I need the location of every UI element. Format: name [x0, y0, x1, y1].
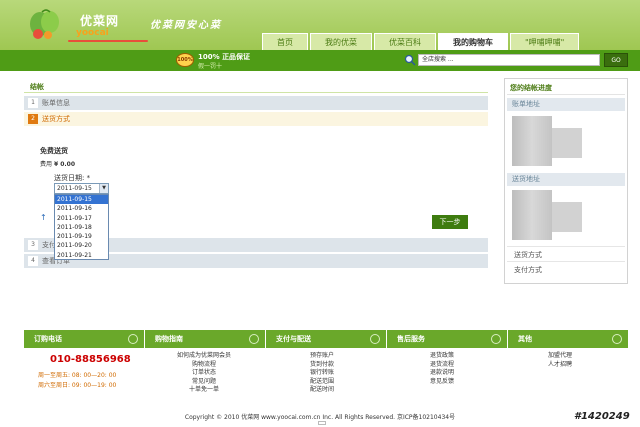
- delivery-date-select[interactable]: 2011-09-15 ▼: [54, 183, 109, 194]
- logo-english-name: yoocai: [76, 28, 109, 38]
- delivery-date-label: 送货日期: *: [54, 174, 91, 182]
- vegetable-logo-icon: [30, 9, 59, 39]
- date-option[interactable]: 2011-09-16: [55, 204, 108, 213]
- nav-my-yoocai[interactable]: 我的优菜: [310, 33, 372, 50]
- step-number: 3: [28, 240, 38, 250]
- footer-link[interactable]: 配送时间: [292, 386, 352, 395]
- book-icon: [249, 334, 259, 344]
- nav-encyclopedia[interactable]: 优菜百科: [374, 33, 436, 50]
- divider: [507, 261, 625, 262]
- nav-cart[interactable]: 我的购物车: [438, 33, 508, 50]
- search-icon: [404, 54, 416, 66]
- footer-link[interactable]: 如何成为优菜网会员: [160, 352, 248, 361]
- footer-head-label: 支付与配送: [276, 335, 311, 343]
- date-option[interactable]: 2011-09-17: [55, 214, 108, 223]
- checkout-title: 结帐: [30, 83, 44, 91]
- selected-date: 2011-09-15: [57, 185, 92, 192]
- fee-label: 费用: [40, 161, 53, 168]
- footer-link[interactable]: 配送范围: [292, 378, 352, 387]
- nav-xiabu[interactable]: "呷哺呷哺": [510, 33, 580, 50]
- divider: [507, 246, 625, 247]
- blurred-billing-address: [512, 116, 552, 166]
- date-option[interactable]: 2011-09-18: [55, 223, 108, 232]
- footer-link[interactable]: 人才招聘: [530, 361, 590, 370]
- progress-payment-method[interactable]: 支付方式: [514, 265, 542, 275]
- guarantee-badge-icon: 100%: [176, 53, 194, 67]
- logo-underline: [68, 40, 148, 42]
- title-divider: [24, 92, 488, 93]
- site-logo[interactable]: 优菜网 yoocai: [28, 8, 148, 42]
- progress-divider: [507, 94, 625, 95]
- footer-link[interactable]: 退货政策: [412, 352, 472, 361]
- footer-head-guide: 购物指南: [145, 330, 266, 348]
- step-shipping[interactable]: 2 送货方式: [24, 112, 488, 127]
- footer-head-label: 购物指南: [155, 335, 183, 343]
- next-step-button[interactable]: 下一步: [432, 215, 468, 229]
- blurred-billing-address: [552, 128, 582, 158]
- footer-head-delivery: 支付与配送: [266, 330, 387, 348]
- date-option[interactable]: 2011-09-19: [55, 232, 108, 241]
- logo-chinese-name: 优菜网: [80, 14, 120, 28]
- slogan: 优菜网安心菜: [150, 20, 222, 31]
- footer-link[interactable]: 订单状态: [160, 369, 248, 378]
- icp-badge-icon[interactable]: [318, 421, 326, 425]
- footer-link[interactable]: 银行转账: [292, 369, 352, 378]
- progress-title: 您的结帐进度: [510, 84, 552, 92]
- blurred-shipping-address: [552, 202, 582, 232]
- footer-link[interactable]: 常见问题: [160, 378, 248, 387]
- watermark: #1420249: [574, 411, 630, 422]
- date-option[interactable]: 2011-09-15: [55, 195, 108, 205]
- footer-bar: 订购电话 购物指南 支付与配送 售后服务 其他: [24, 330, 628, 348]
- fee-value: ¥ 0.00: [53, 161, 76, 168]
- main-nav: 首页 我的优菜 优菜百科 我的购物车 "呷哺呷哺": [262, 33, 580, 50]
- plus-icon: [612, 334, 622, 344]
- footer-link[interactable]: 预存账户: [292, 352, 352, 361]
- footer-link[interactable]: 十单免一单: [160, 386, 248, 395]
- footer-head-label: 其他: [518, 335, 532, 343]
- chevron-down-icon[interactable]: ▼: [99, 184, 108, 193]
- date-dropdown-list[interactable]: 2011-09-15 2011-09-16 2011-09-17 2011-09…: [54, 194, 109, 260]
- weekday-hours: 周一至周五: 08: 00—20: 00: [38, 372, 117, 379]
- step-number: 4: [28, 256, 38, 266]
- date-option[interactable]: 2011-09-20: [55, 241, 108, 250]
- footer-link[interactable]: 退款说明: [412, 369, 472, 378]
- shipping-method-title: 免费送货: [40, 147, 68, 155]
- hotline-number: 010-88856968: [50, 354, 131, 365]
- copyright-text: Copyright © 2010 优菜网 www.yoocai.com.cn I…: [184, 414, 456, 421]
- footer-link[interactable]: 加盟代理: [530, 352, 590, 361]
- shipping-fee: 费用 ¥ 0.00: [40, 159, 75, 168]
- service-icon: [491, 334, 501, 344]
- guide-links: 如何成为优菜网会员 购物流程 订单状态 常见问题 十单免一单: [160, 352, 248, 395]
- phone-icon: [128, 334, 138, 344]
- date-option[interactable]: 2011-09-21: [55, 251, 108, 260]
- back-arrow-icon[interactable]: ↑: [40, 213, 47, 222]
- blurred-shipping-address: [512, 190, 552, 240]
- footer-head-label: 售后服务: [397, 335, 425, 343]
- shipping-address-head: 送货地址: [507, 173, 625, 186]
- truck-icon: [370, 334, 380, 344]
- progress-shipping-method[interactable]: 送货方式: [514, 250, 542, 260]
- nav-home[interactable]: 首页: [262, 33, 308, 50]
- search-input[interactable]: 全店搜索 ...: [418, 54, 600, 66]
- search-go-button[interactable]: GO: [604, 53, 628, 67]
- weekend-hours: 周六至周日: 09: 00—19: 00: [38, 382, 117, 389]
- other-links: 加盟代理 人才招聘: [530, 352, 590, 369]
- footer-link[interactable]: 购物流程: [160, 361, 248, 370]
- step-label: 账单信息: [42, 99, 70, 107]
- footer-head-service: 售后服务: [387, 330, 508, 348]
- step-number: 2: [28, 114, 38, 124]
- service-links: 退货政策 退货流程 退款说明 意见反馈: [412, 352, 472, 386]
- footer-head-phone: 订购电话: [24, 330, 145, 348]
- step-number: 1: [28, 98, 38, 108]
- footer-head-other: 其他: [508, 330, 628, 348]
- payment-links: 预存账户 货到付款 银行转账 配送范围 配送时间: [292, 352, 352, 395]
- step-billing[interactable]: 1 账单信息: [24, 96, 488, 111]
- billing-address-head: 账单地址: [507, 98, 625, 111]
- footer-link[interactable]: 意见反馈: [412, 378, 472, 387]
- step-label: 送货方式: [42, 115, 70, 123]
- footer-head-label: 订购电话: [34, 335, 62, 343]
- footer-link[interactable]: 退货流程: [412, 361, 472, 370]
- footer-link[interactable]: 货到付款: [292, 361, 352, 370]
- guarantee-subtext: 假一罚十: [198, 63, 223, 70]
